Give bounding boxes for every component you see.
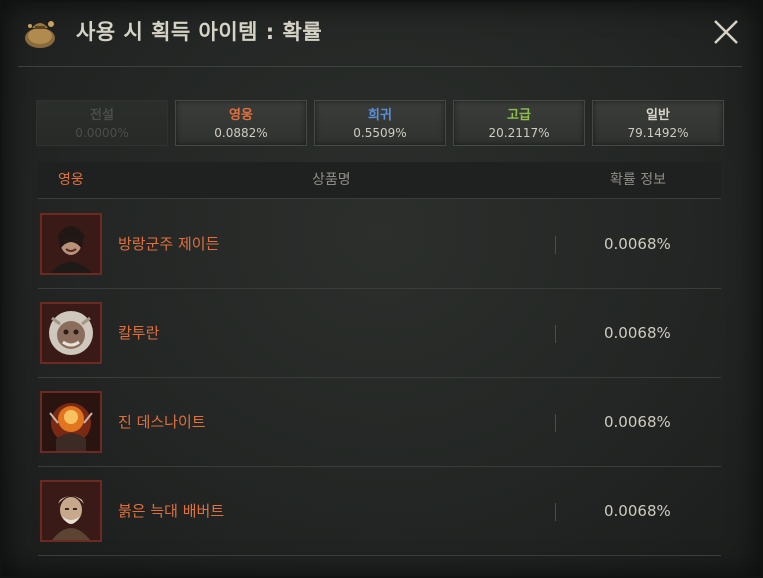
tab-probability: 0.5509% — [353, 126, 407, 140]
item-probability: 0.0068% — [604, 235, 671, 253]
jaden-portrait-icon — [40, 213, 102, 275]
column-divider — [555, 236, 556, 254]
list-item[interactable]: 방랑군주 제이든 0.0068% — [38, 200, 721, 289]
probability-dialog: 사용 시 획득 아이템 : 확률 전설 0.0000% 영웅 0.0882% 희… — [0, 0, 763, 578]
item-name: 칼투란 — [118, 324, 160, 342]
tab-probability: 20.2117% — [488, 126, 550, 140]
dialog-title: 사용 시 획득 아이템 : 확률 — [76, 20, 323, 44]
product-name-header: 상품명 — [312, 172, 351, 188]
item-probability: 0.0068% — [604, 413, 671, 431]
tab-hero[interactable]: 영웅 0.0882% — [175, 100, 307, 146]
tab-normal[interactable]: 일반 79.1492% — [592, 100, 724, 146]
tab-probability: 79.1492% — [627, 126, 689, 140]
grade-tabs: 전설 0.0000% 영웅 0.0882% 희귀 0.5509% 고급 20.2… — [36, 100, 724, 146]
list-item[interactable]: 진 데스나이트 0.0068% — [38, 378, 721, 467]
close-icon[interactable] — [708, 14, 744, 50]
item-probability: 0.0068% — [604, 502, 671, 520]
kaltuan-portrait-icon — [40, 302, 102, 364]
list-item[interactable]: 칼투란 0.0068% — [38, 289, 721, 378]
treasure-sack-icon — [25, 21, 55, 48]
tab-probability: 0.0000% — [75, 126, 129, 140]
tab-probability: 0.0882% — [214, 126, 268, 140]
probability-header: 확률 정보 — [610, 172, 666, 188]
item-name: 붉은 늑대 배버트 — [118, 502, 225, 520]
tab-label: 전설 — [90, 108, 114, 123]
red-wolf-portrait-icon — [40, 480, 102, 542]
tab-advanced[interactable]: 고급 20.2117% — [453, 100, 585, 146]
item-name: 진 데스나이트 — [118, 413, 206, 431]
tab-rare[interactable]: 희귀 0.5509% — [314, 100, 446, 146]
tab-legendary: 전설 0.0000% — [36, 100, 168, 146]
tab-label: 희귀 — [368, 108, 392, 123]
column-divider — [555, 414, 556, 432]
title-divider — [18, 66, 742, 67]
death-knight-portrait-icon — [40, 391, 102, 453]
tab-label: 영웅 — [229, 108, 253, 123]
grade-header: 영웅 — [58, 172, 84, 188]
tab-label: 고급 — [507, 108, 531, 123]
column-divider — [555, 503, 556, 521]
list-item[interactable]: 붉은 늑대 배버트 0.0068% — [38, 467, 721, 556]
item-probability: 0.0068% — [604, 324, 671, 342]
table-header: 영웅 상품명 확률 정보 — [38, 162, 721, 199]
column-divider — [555, 325, 556, 343]
tab-label: 일반 — [646, 108, 670, 123]
item-name: 방랑군주 제이든 — [118, 235, 220, 253]
